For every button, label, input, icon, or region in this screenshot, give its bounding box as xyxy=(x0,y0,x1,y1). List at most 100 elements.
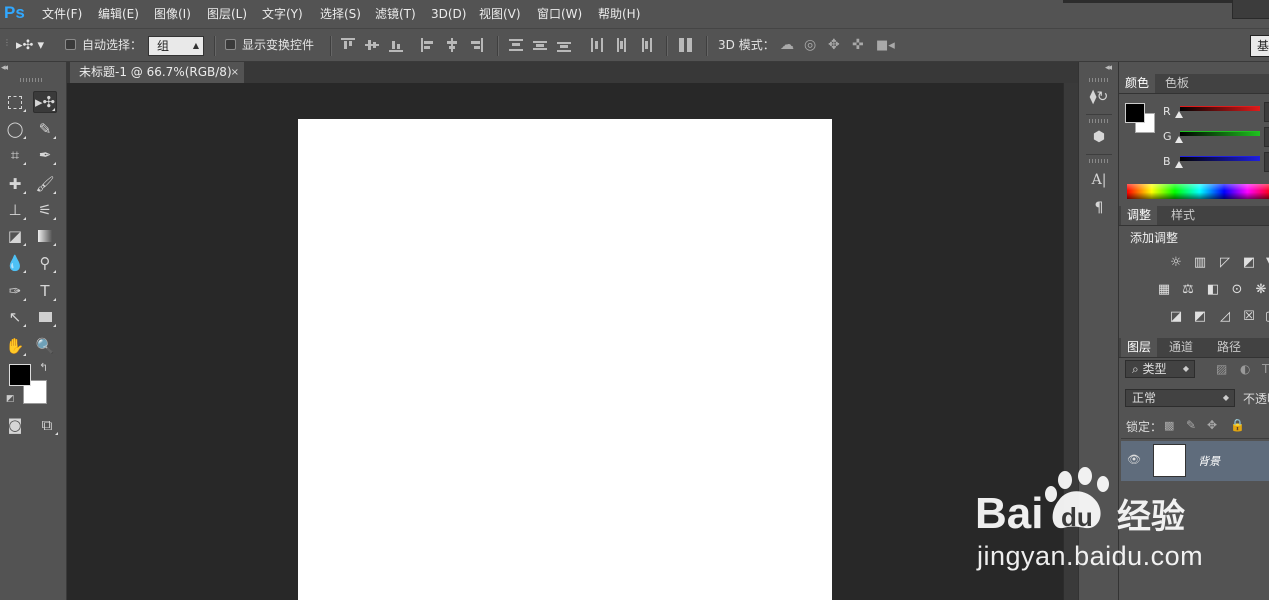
exposure-icon[interactable]: ◩ xyxy=(1241,256,1257,270)
collapse-arrows-icon[interactable]: ◂◂ xyxy=(1105,63,1112,73)
tab-paths[interactable]: 路径 xyxy=(1211,338,1247,357)
menu-image[interactable]: 图像(I) xyxy=(154,0,191,28)
align-right-icon[interactable] xyxy=(469,38,483,52)
foreground-color-swatch[interactable] xyxy=(9,364,31,386)
menu-view[interactable]: 视图(V) xyxy=(479,0,521,28)
photo-filter-icon[interactable]: ⊙ xyxy=(1229,283,1245,297)
tab-swatches[interactable]: 色板 xyxy=(1159,74,1195,93)
menu-help[interactable]: 帮助(H) xyxy=(598,0,640,28)
menu-type[interactable]: 文字(Y) xyxy=(262,0,303,28)
history-brush-tool-icon[interactable]: ⚟ xyxy=(33,199,57,221)
color-balance-icon[interactable]: ⚖ xyxy=(1180,283,1196,297)
curves-icon[interactable]: ◸ xyxy=(1217,256,1233,270)
distribute-top-icon[interactable] xyxy=(509,38,523,52)
marquee-tool-icon[interactable] xyxy=(3,91,27,113)
menu-3d[interactable]: 3D(D) xyxy=(431,0,466,28)
crop-tool-icon[interactable]: ⌗ xyxy=(3,144,27,166)
menu-window[interactable]: 窗口(W) xyxy=(537,0,582,28)
green-slider-thumb[interactable] xyxy=(1175,136,1183,143)
3d-slide-icon[interactable]: ✜ xyxy=(852,29,864,63)
lock-transparent-icon[interactable]: ▩ xyxy=(1164,419,1174,432)
align-left-icon[interactable] xyxy=(421,38,435,52)
auto-align-layers-icon[interactable] xyxy=(679,38,693,52)
threshold-icon[interactable]: ◿ xyxy=(1217,310,1233,324)
photoshop-logo[interactable]: Ps xyxy=(4,2,28,24)
lasso-tool-icon[interactable]: ◯ xyxy=(3,118,27,140)
clone-stamp-tool-icon[interactable]: ⊥ xyxy=(3,199,27,221)
move-tool-preset-icon[interactable]: ▸✣ ▾ xyxy=(16,29,44,63)
blue-value-field[interactable] xyxy=(1264,152,1269,172)
menu-edit[interactable]: 编辑(E) xyxy=(98,0,139,28)
dock-grip[interactable] xyxy=(1089,119,1109,123)
3d-panel-icon[interactable]: ⬢ xyxy=(1089,127,1109,147)
swap-colors-icon[interactable]: ↰ xyxy=(39,361,48,374)
selective-color-icon[interactable]: ▢ xyxy=(1263,310,1269,324)
align-vcenter-icon[interactable] xyxy=(365,38,379,52)
3d-scale-icon[interactable]: ■◂ xyxy=(876,29,895,63)
rectangle-tool-icon[interactable] xyxy=(33,306,57,328)
distribute-vcenter-icon[interactable] xyxy=(533,38,547,52)
filter-adjustment-layers-icon[interactable]: ◐ xyxy=(1240,362,1250,376)
3d-roll-icon[interactable]: ◎ xyxy=(804,29,816,63)
red-value-field[interactable] xyxy=(1264,102,1269,122)
menu-file[interactable]: 文件(F) xyxy=(42,0,82,28)
distribute-hcenter-icon[interactable] xyxy=(614,38,628,52)
menu-layer[interactable]: 图层(L) xyxy=(207,0,247,28)
distribute-right-icon[interactable] xyxy=(638,38,652,52)
black-white-icon[interactable]: ◧ xyxy=(1205,283,1221,297)
tab-channels[interactable]: 通道 xyxy=(1163,338,1199,357)
red-slider-thumb[interactable] xyxy=(1175,111,1183,118)
pen-tool-icon[interactable]: ✑ xyxy=(3,280,27,302)
green-slider-track[interactable] xyxy=(1180,131,1260,136)
tab-layers[interactable]: 图层 xyxy=(1121,338,1158,357)
panel-foreground-color-swatch[interactable] xyxy=(1125,103,1145,123)
red-slider-track[interactable] xyxy=(1180,106,1260,111)
collapse-arrows-icon[interactable]: ◂◂ xyxy=(1,63,8,73)
default-colors-icon[interactable]: ◩ xyxy=(6,394,15,404)
3d-rotate-icon[interactable]: ☁ xyxy=(780,29,794,63)
dock-grip[interactable] xyxy=(1089,78,1109,82)
type-tool-icon[interactable]: T xyxy=(33,280,57,302)
green-value-field[interactable] xyxy=(1264,127,1269,147)
gradient-map-icon[interactable]: ☒ xyxy=(1241,310,1257,324)
paragraph-panel-icon[interactable]: ¶ xyxy=(1089,198,1109,218)
filter-type-layers-icon[interactable]: T xyxy=(1262,362,1269,376)
gradient-tool-icon[interactable] xyxy=(33,225,57,247)
menu-select[interactable]: 选择(S) xyxy=(320,0,361,28)
brightness-contrast-icon[interactable]: ☼ xyxy=(1168,256,1184,270)
lock-all-icon[interactable]: 🔒 xyxy=(1230,418,1245,432)
show-transform-checkbox[interactable] xyxy=(225,39,236,50)
tab-color[interactable]: 颜色 xyxy=(1119,74,1156,93)
channel-mixer-icon[interactable]: ❋ xyxy=(1253,283,1269,297)
brush-tool-icon[interactable]: 🖌 xyxy=(33,173,57,195)
quick-selection-tool-icon[interactable]: ✎ xyxy=(33,118,57,140)
distribute-bottom-icon[interactable] xyxy=(557,38,571,52)
hand-tool-icon[interactable]: ✋ xyxy=(3,335,27,357)
window-controls-area[interactable] xyxy=(1232,0,1269,19)
eyedropper-tool-icon[interactable]: ✒ xyxy=(33,144,57,166)
document-canvas[interactable] xyxy=(298,119,832,600)
lock-image-icon[interactable]: ✎ xyxy=(1186,418,1196,432)
options-bar-grip[interactable]: ⋮ xyxy=(3,38,11,47)
move-tool-icon[interactable]: ▸✣ xyxy=(33,91,57,113)
auto-select-checkbox[interactable] xyxy=(65,39,76,50)
align-bottom-icon[interactable] xyxy=(389,38,403,52)
character-panel-icon[interactable]: A| xyxy=(1089,170,1109,190)
tab-styles[interactable]: 样式 xyxy=(1165,206,1201,225)
close-icon[interactable]: × xyxy=(231,62,239,83)
blue-slider-thumb[interactable] xyxy=(1175,161,1183,168)
auto-select-target-select[interactable]: 组 ▲ xyxy=(148,36,204,56)
layer-filter-kind-select[interactable]: ⌕ 类型 ◆ xyxy=(1125,360,1195,378)
screen-mode-icon[interactable]: ⧉ xyxy=(35,414,59,436)
essentials-workspace-button[interactable]: 基 xyxy=(1250,35,1269,57)
path-selection-tool-icon[interactable]: ↖ xyxy=(3,306,27,328)
healing-brush-tool-icon[interactable]: ✚ xyxy=(3,173,27,195)
posterize-icon[interactable]: ◩ xyxy=(1192,310,1208,324)
eye-icon[interactable]: 👁 xyxy=(1127,454,1143,466)
tab-adjustments[interactable]: 调整 xyxy=(1121,206,1158,225)
menu-filter[interactable]: 滤镜(T) xyxy=(375,0,416,28)
hue-saturation-icon[interactable]: ▦ xyxy=(1156,283,1172,297)
document-tab[interactable]: 未标题-1 @ 66.7%(RGB/8) × xyxy=(70,62,244,83)
align-top-icon[interactable] xyxy=(341,38,355,52)
blur-tool-icon[interactable]: 💧 xyxy=(3,252,27,274)
